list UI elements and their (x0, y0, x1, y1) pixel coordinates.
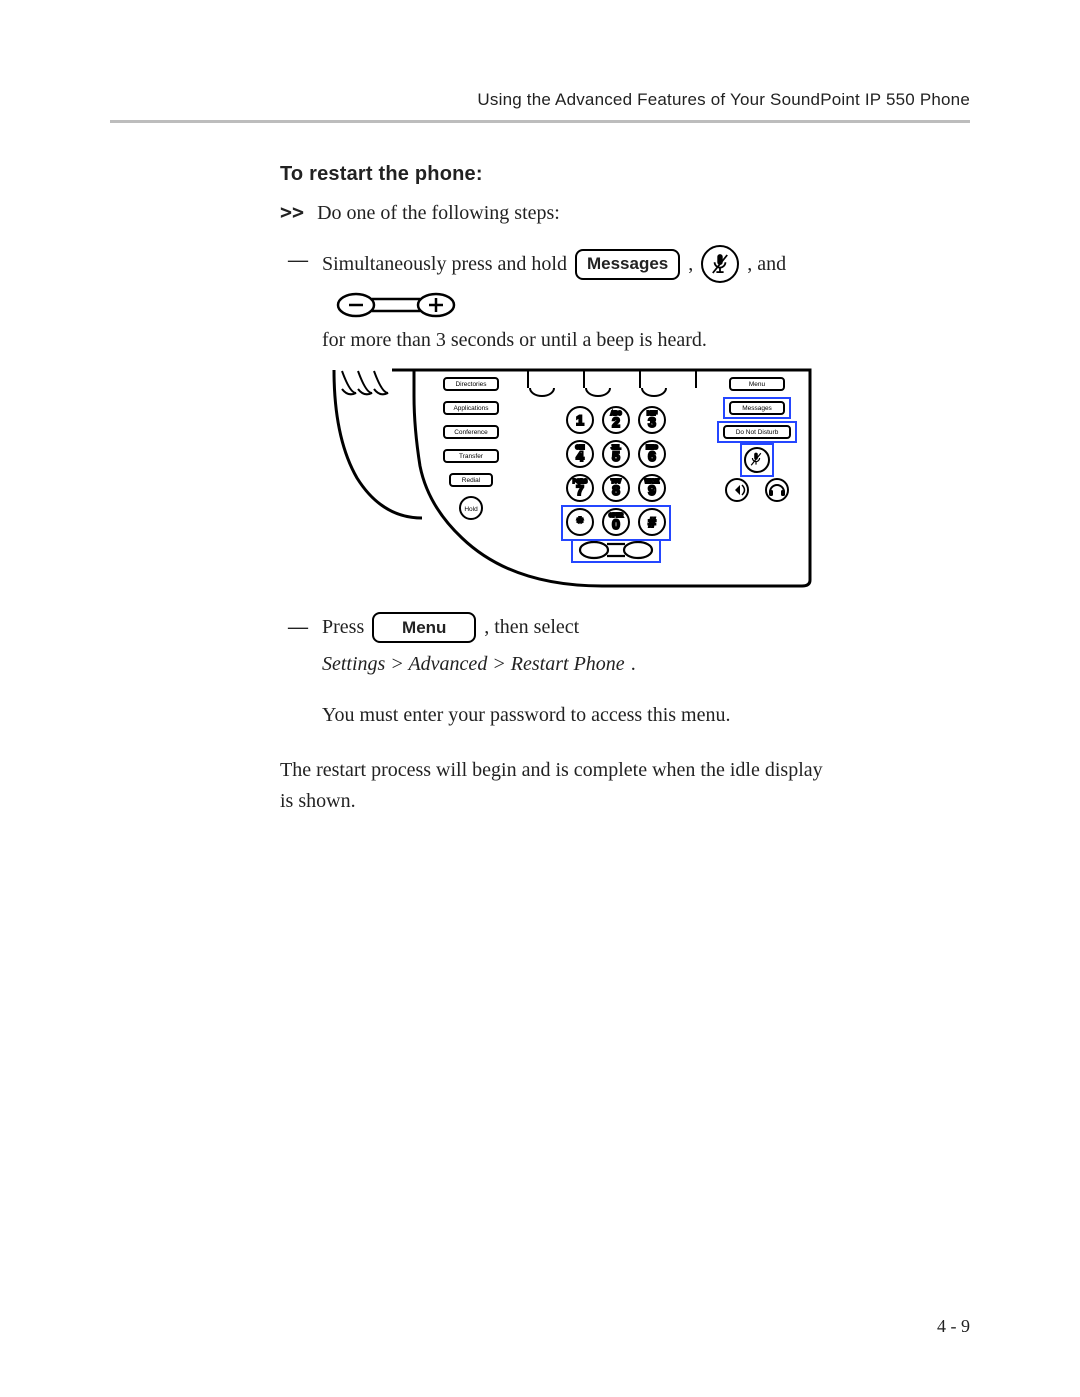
opt2-press: Press (322, 612, 364, 643)
header-rule (110, 120, 970, 123)
svg-text:2: 2 (612, 414, 620, 430)
page-number: 4 - 9 (937, 1316, 970, 1337)
page-content: To restart the phone: >> Do one of the f… (280, 163, 840, 817)
svg-text:*: * (577, 515, 584, 532)
messages-key-icon: Messages (575, 249, 680, 280)
btn-conference: Conference (454, 429, 488, 436)
opt2-then: , then select (484, 612, 579, 643)
opt1-and: , and (747, 249, 786, 280)
btn-menu: Menu (749, 381, 766, 388)
volume-rocker-icon (326, 291, 466, 319)
phone-diagram: Directories Applications Conference Tran… (332, 368, 822, 588)
microphone-mute-icon (701, 245, 739, 283)
option-2: Press Menu , then select Settings > Adva… (322, 612, 840, 731)
btn-dnd: Do Not Disturb (736, 429, 779, 436)
opt2-path: Settings > Advanced > Restart Phone (322, 649, 625, 680)
option-list: Simultaneously press and hold Messages ,… (322, 245, 840, 731)
btn-hold: Hold (464, 506, 478, 513)
svg-text:3: 3 (648, 414, 656, 430)
section-heading: To restart the phone: (280, 163, 840, 186)
svg-text:5: 5 (612, 448, 620, 464)
btn-messages: Messages (742, 405, 772, 412)
btn-directories: Directories (455, 381, 487, 388)
menu-key-icon: Menu (372, 612, 476, 643)
svg-text:7: 7 (576, 482, 584, 498)
opt2-period: . (631, 649, 636, 680)
option-1: Simultaneously press and hold Messages ,… (322, 245, 840, 588)
manual-page: Using the Advanced Features of Your Soun… (0, 0, 1080, 1397)
svg-text:8: 8 (612, 482, 620, 498)
opt1-comma1: , (688, 249, 693, 280)
running-head: Using the Advanced Features of Your Soun… (110, 90, 970, 120)
svg-text:6: 6 (648, 448, 656, 464)
opt2-note: You must enter your password to access t… (322, 700, 840, 731)
lead-chevrons: >> (280, 200, 304, 224)
svg-text:0: 0 (612, 516, 620, 532)
svg-text:#: # (648, 514, 656, 530)
svg-text:4: 4 (576, 448, 584, 464)
btn-redial: Redial (462, 477, 481, 484)
svg-text:9: 9 (648, 482, 656, 498)
lead-step: >> Do one of the following steps: (280, 200, 840, 225)
opt1-tail: for more than 3 seconds or until a beep … (322, 325, 707, 356)
closing-paragraph: The restart process will begin and is co… (280, 755, 840, 817)
svg-text:1: 1 (576, 412, 584, 428)
btn-applications: Applications (453, 405, 489, 412)
lead-text: Do one of the following steps: (317, 202, 560, 224)
btn-transfer: Transfer (459, 453, 484, 460)
opt1-text-a: Simultaneously press and hold (322, 249, 567, 280)
